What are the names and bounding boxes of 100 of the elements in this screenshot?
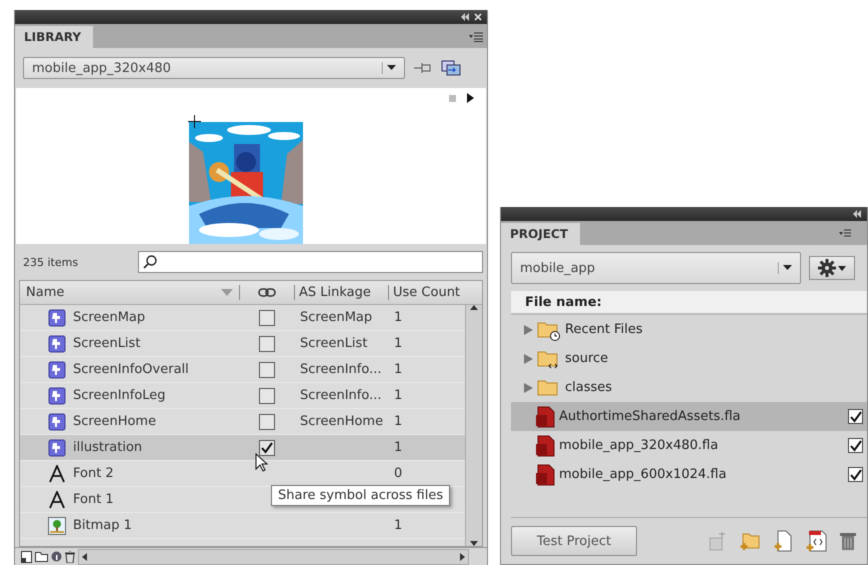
column-header[interactable]: Name (26, 285, 64, 300)
column-header[interactable]: Use Count (388, 285, 458, 300)
panel-menu-icon[interactable] (469, 32, 483, 42)
project-dropdown[interactable]: mobile_app (511, 252, 801, 284)
tree-image-icon (48, 516, 66, 534)
play-icon[interactable] (467, 93, 474, 103)
folder-row[interactable]: source (511, 344, 867, 373)
pointer-icon (255, 453, 269, 473)
use-count-cell: 1 (394, 440, 402, 455)
crosshair-icon (188, 115, 201, 128)
gear-icon (818, 259, 836, 277)
item-name: Bitmap 1 (73, 518, 132, 533)
caret-icon (382, 62, 398, 74)
document-icon (535, 434, 555, 456)
folder-name: classes (565, 380, 612, 395)
linkage-cell: ScreenList (300, 336, 368, 351)
new-symbol-button[interactable] (21, 550, 32, 562)
panel-tab[interactable]: PROJECT (501, 223, 580, 245)
share-checkbox[interactable] (259, 440, 275, 456)
trash-icon[interactable] (839, 531, 857, 551)
file-name: mobile_app_320x480.fla (559, 438, 718, 453)
share-checkbox[interactable] (259, 362, 275, 378)
settings-button[interactable] (809, 256, 855, 280)
linkage-cell: ScreenHome (300, 414, 384, 429)
item-name: ScreenList (73, 336, 140, 351)
collapse-icon[interactable] (460, 13, 470, 21)
scroll-right-icon[interactable] (460, 552, 465, 560)
close-icon[interactable] (474, 13, 482, 21)
share-checkbox[interactable] (259, 336, 275, 352)
file-row[interactable]: AuthortimeSharedAssets.fla (511, 402, 867, 431)
use-count-cell: 1 (394, 336, 402, 351)
item-name: ScreenInfoOverall (73, 362, 189, 377)
new-file-button[interactable] (773, 530, 793, 552)
file-row[interactable]: mobile_app_600x1024.fla (511, 460, 867, 489)
symbol-icon (48, 386, 66, 404)
folder-row[interactable]: classes (511, 373, 867, 402)
search-icon (143, 255, 158, 269)
linkage-cell: ScreenInfo... (300, 388, 382, 403)
item-name: ScreenHome (73, 414, 156, 429)
include-checkbox[interactable] (848, 438, 863, 453)
use-count-cell: 1 (394, 362, 402, 377)
caret-icon (778, 262, 794, 274)
scroll-left-icon[interactable] (82, 552, 87, 560)
symbol-icon (48, 412, 66, 430)
panel-tab[interactable]: LIBRARY (15, 26, 94, 48)
share-checkbox[interactable] (259, 310, 275, 326)
use-count-cell: 1 (394, 414, 402, 429)
item-count: 235 items (23, 256, 78, 268)
use-count-cell: 1 (394, 388, 402, 403)
share-checkbox[interactable] (259, 414, 275, 430)
document-dropdown[interactable]: mobile_app_320x480 (23, 57, 405, 79)
letter-icon (48, 490, 66, 508)
new-window-button[interactable] (441, 60, 461, 76)
search-field[interactable] (138, 251, 483, 273)
column-header[interactable]: AS Linkage (294, 285, 388, 300)
document-icon (535, 464, 555, 486)
test-project-button[interactable]: Test Project (511, 526, 637, 556)
delete-button[interactable] (65, 550, 75, 562)
folder-name: source (565, 351, 608, 366)
expand-arrow-icon[interactable] (524, 354, 533, 364)
symbol-icon (48, 438, 66, 456)
symbol-icon (48, 308, 66, 326)
item-name: ScreenMap (73, 310, 146, 325)
collapse-icon[interactable] (852, 210, 862, 218)
item-name: Font 2 (73, 466, 114, 481)
use-count-cell: 1 (394, 518, 402, 533)
share-checkbox[interactable] (259, 388, 275, 404)
horizontal-scrollbar[interactable] (78, 548, 469, 564)
include-checkbox[interactable] (848, 409, 863, 424)
expand-arrow-icon[interactable] (524, 324, 533, 334)
panel-menu-icon[interactable] (839, 229, 851, 239)
item-name: Font 1 (73, 492, 114, 507)
symbol-icon (48, 360, 66, 378)
file-name: mobile_app_600x1024.fla (559, 467, 726, 482)
use-count-cell: 0 (394, 466, 402, 481)
linkage-cell: ScreenMap (300, 310, 372, 325)
library-item[interactable]: illustration 1 (20, 435, 465, 461)
new-class-button[interactable] (805, 530, 827, 552)
item-name: ScreenInfoLeg (73, 388, 166, 403)
caret-icon (838, 266, 846, 270)
include-checkbox[interactable] (848, 467, 863, 482)
document-icon (535, 406, 555, 428)
item-name: illustration (73, 440, 142, 455)
folder-name: Recent Files (565, 322, 643, 337)
linkage-cell: ScreenInfo... (300, 362, 382, 377)
new-folder-button[interactable] (35, 551, 48, 562)
use-count-cell: 1 (394, 310, 402, 325)
info-button[interactable] (51, 551, 62, 562)
vertical-scrollbar[interactable] (465, 305, 482, 546)
file-row[interactable]: mobile_app_320x480.fla (511, 431, 867, 460)
symbol-icon (48, 334, 66, 352)
folder-row[interactable]: Recent Files (511, 315, 867, 344)
tooltip: Share symbol across files (271, 485, 450, 506)
expand-arrow-icon[interactable] (524, 382, 533, 392)
column-header: File name: (525, 294, 602, 310)
scroll-down-icon[interactable] (470, 541, 478, 546)
pin-button[interactable] (413, 60, 433, 76)
letter-icon (48, 464, 66, 482)
file-name: AuthortimeSharedAssets.fla (559, 409, 740, 424)
link-icon[interactable] (258, 288, 276, 297)
